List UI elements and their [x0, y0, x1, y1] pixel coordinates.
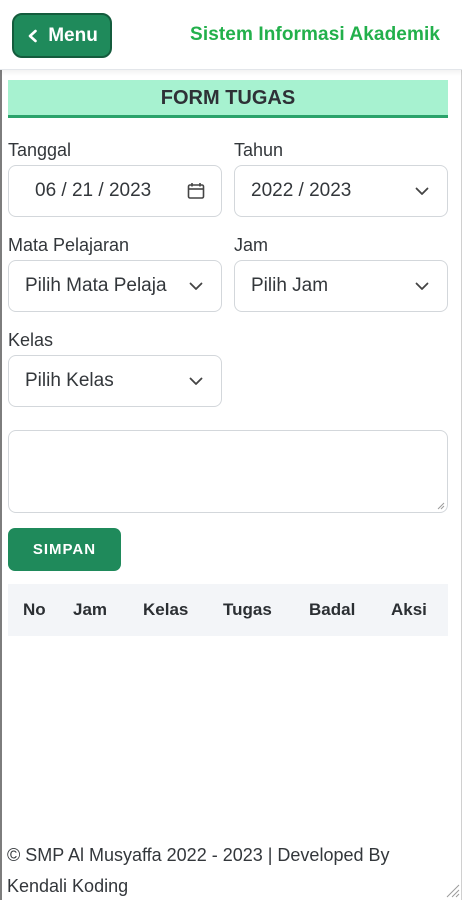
column-header-tugas: Tugas: [223, 600, 272, 619]
chevron-down-icon: [189, 282, 203, 290]
column-header-badal: Badal: [309, 600, 356, 619]
top-navbar: Menu Sistem Informasi Akademik: [0, 0, 462, 70]
mata-pelajaran-value: Pilih Mata Pelaja: [25, 275, 167, 296]
kelas-label: Kelas: [8, 330, 54, 350]
footer-text: © SMP Al Musyaffa 2022 - 2023 | Develope…: [7, 845, 390, 896]
tahun-label: Tahun: [234, 140, 284, 160]
tahun-select[interactable]: 2022 / 2023: [234, 165, 448, 217]
tanggal-label: Tanggal: [8, 140, 72, 160]
tanggal-date-input[interactable]: 06 / 21 / 2023: [8, 165, 222, 217]
jam-select[interactable]: Pilih Jam: [234, 260, 448, 312]
jam-label: Jam: [234, 235, 269, 255]
mata-pelajaran-select[interactable]: Pilih Mata Pelaja: [8, 260, 222, 312]
form-title: FORM TUGAS: [8, 80, 448, 118]
calendar-icon[interactable]: [187, 182, 205, 200]
window-resize-grip-icon[interactable]: [444, 882, 460, 898]
jam-value: Pilih Jam: [251, 275, 329, 296]
chevron-left-icon: [28, 29, 37, 42]
mata-pelajaran-label: Mata Pelajaran: [8, 235, 130, 255]
chevron-down-icon: [189, 377, 203, 385]
menu-button[interactable]: Menu: [12, 13, 112, 58]
kelas-value: Pilih Kelas: [25, 370, 114, 391]
chevron-down-icon: [415, 282, 429, 290]
column-header-jam: Jam: [73, 600, 108, 619]
column-header-kelas: Kelas: [143, 600, 189, 619]
app-brand-title[interactable]: Sistem Informasi Akademik: [190, 24, 440, 46]
kelas-select[interactable]: Pilih Kelas: [8, 355, 222, 407]
tanggal-value: 06 / 21 / 2023: [35, 180, 152, 201]
table-header: No Jam Kelas Tugas Badal Aksi: [8, 584, 448, 636]
column-header-aksi: Aksi: [391, 600, 427, 619]
tugas-textarea[interactable]: [8, 430, 448, 513]
menu-button-label: Menu: [48, 24, 98, 46]
resize-handle-icon[interactable]: [437, 502, 445, 510]
chevron-down-icon: [415, 187, 429, 195]
column-header-no: No: [23, 600, 46, 619]
tahun-value: 2022 / 2023: [251, 180, 352, 201]
simpan-button[interactable]: SIMPAN: [8, 528, 121, 571]
